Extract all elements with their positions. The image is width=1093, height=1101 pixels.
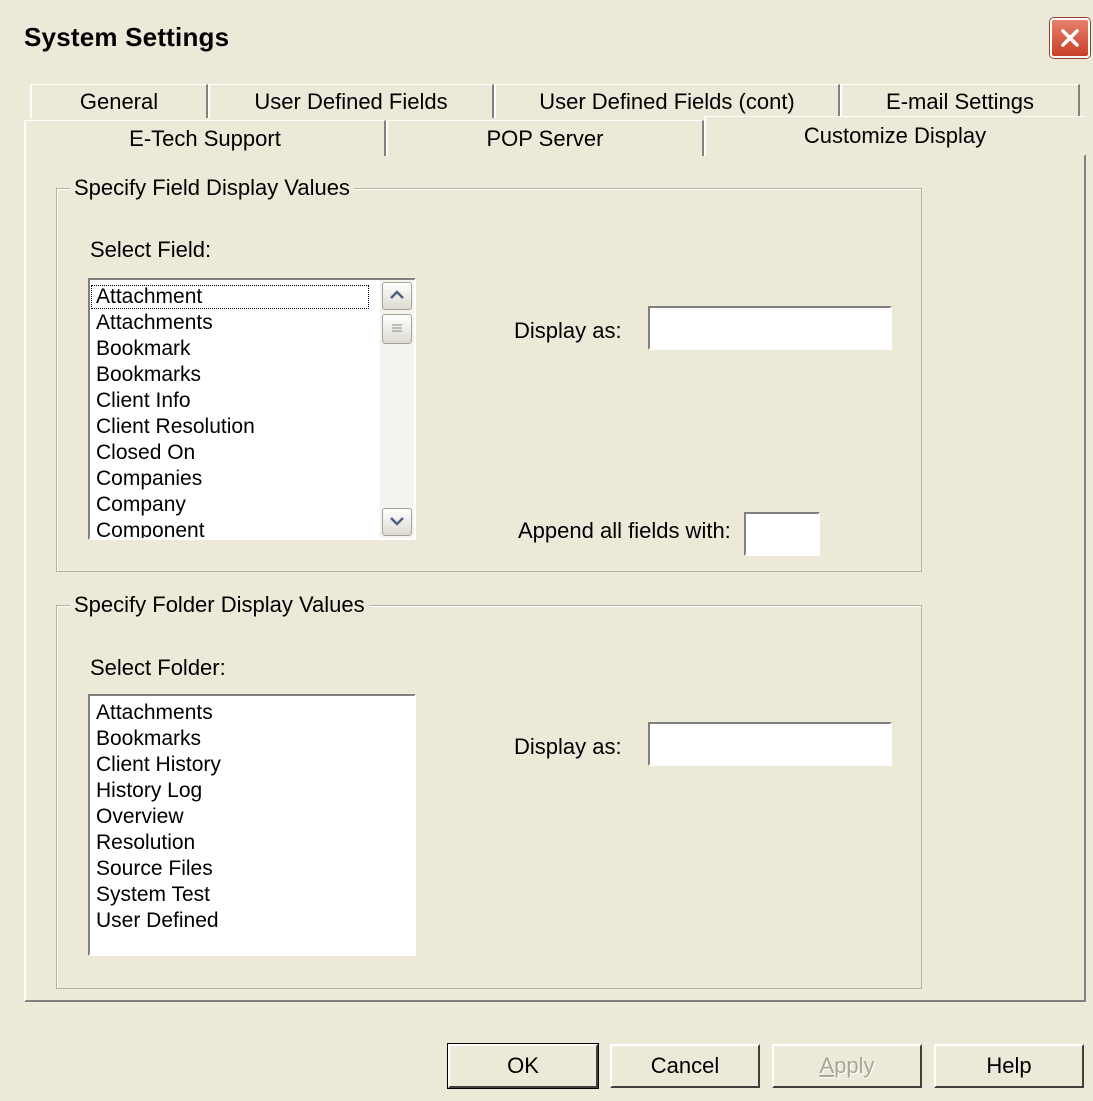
cancel-label: Cancel [650, 1053, 720, 1078]
folder-list-item[interactable]: Resolution [90, 830, 414, 856]
folder-list-item[interactable]: Attachments [90, 700, 414, 726]
help-label: Help [986, 1053, 1032, 1078]
select-folder-label: Select Folder: [90, 655, 226, 680]
tab-label: Customize Display [803, 123, 987, 148]
tab-label: POP Server [486, 125, 604, 151]
tab-label: General [79, 88, 159, 114]
window-title: System Settings [24, 22, 230, 52]
tab-general[interactable]: General [30, 84, 208, 118]
tab-user-defined-fields-cont[interactable]: User Defined Fields (cont) [494, 84, 840, 118]
field-list-item[interactable]: Company [90, 492, 414, 518]
apply-button[interactable]: Apply [772, 1044, 922, 1088]
folder-group-legend: Specify Folder Display Values [70, 592, 369, 618]
folder-list-item[interactable]: History Log [90, 778, 414, 804]
ok-button[interactable]: OK [447, 1043, 599, 1089]
folder-list-item[interactable]: Bookmarks [90, 726, 414, 752]
tab-customize-display[interactable]: Customize Display [704, 116, 1084, 156]
field-group-legend: Specify Field Display Values [70, 175, 354, 201]
scroll-thumb[interactable] [382, 314, 412, 344]
close-icon [1059, 27, 1081, 49]
append-fields-input[interactable] [744, 512, 820, 556]
folder-display-as-input[interactable] [648, 722, 892, 766]
folder-list-item[interactable]: User Defined [90, 908, 414, 934]
field-list-item[interactable]: Attachment [90, 284, 370, 310]
field-list-item[interactable]: Closed On [90, 440, 414, 466]
apply-label: Apply [819, 1053, 874, 1079]
field-list-item[interactable]: Client Info [90, 388, 414, 414]
folder-list-item[interactable]: System Test [90, 882, 414, 908]
title-bar[interactable]: System Settings [0, 0, 1093, 72]
folder-list-item[interactable]: Overview [90, 804, 414, 830]
folder-display-as-label: Display as: [514, 734, 622, 759]
folder-list-items: Attachments Bookmarks Client History Histor… [90, 696, 414, 934]
folder-list-item[interactable]: Source Files [90, 856, 414, 882]
close-button[interactable] [1050, 18, 1090, 58]
tab-label: User Defined Fields (cont) [539, 88, 795, 114]
field-list-item[interactable]: Attachments [90, 310, 414, 336]
apply-accelerator: A [819, 1053, 835, 1078]
select-field-label: Select Field: [90, 237, 212, 262]
field-list-item[interactable]: Companies [90, 466, 414, 492]
chevron-down-icon [390, 513, 404, 531]
tab-email-settings[interactable]: E-mail Settings [840, 84, 1080, 118]
field-list-item[interactable]: Component [90, 518, 414, 538]
scroll-up-button[interactable] [382, 282, 412, 310]
field-display-as-label: Display as: [514, 318, 622, 343]
field-list-item[interactable]: Bookmark [90, 336, 414, 362]
field-list-item[interactable]: Bookmarks [90, 362, 414, 388]
help-button[interactable]: Help [934, 1044, 1084, 1088]
tab-user-defined-fields[interactable]: User Defined Fields [208, 84, 494, 118]
grip-icon [392, 320, 402, 338]
field-list-items: Attachment Attachments Bookmark Bookmarks Cl… [90, 280, 414, 538]
tab-label: E-Tech Support [129, 125, 281, 151]
scroll-down-button[interactable] [382, 508, 412, 536]
tab-etech-support[interactable]: E-Tech Support [24, 120, 386, 156]
append-fields-label: Append all fields with: [518, 518, 731, 543]
field-list-item[interactable]: Client Resolution [90, 414, 414, 440]
ok-label: OK [507, 1053, 539, 1078]
field-display-as-input[interactable] [648, 306, 892, 350]
cancel-button[interactable]: Cancel [610, 1044, 760, 1088]
folder-list-item[interactable]: Client History [90, 752, 414, 778]
folder-listbox[interactable]: Attachments Bookmarks Client History Histor… [88, 694, 416, 956]
field-list-scrollbar[interactable] [380, 280, 414, 538]
apply-label-rest: pply [834, 1053, 875, 1078]
chevron-up-icon [390, 287, 404, 305]
tab-label: E-mail Settings [886, 88, 1034, 114]
tab-label: User Defined Fields [254, 88, 448, 114]
field-listbox[interactable]: Attachment Attachments Bookmark Bookmarks Cl… [88, 278, 416, 540]
tab-pop-server[interactable]: POP Server [386, 120, 704, 156]
